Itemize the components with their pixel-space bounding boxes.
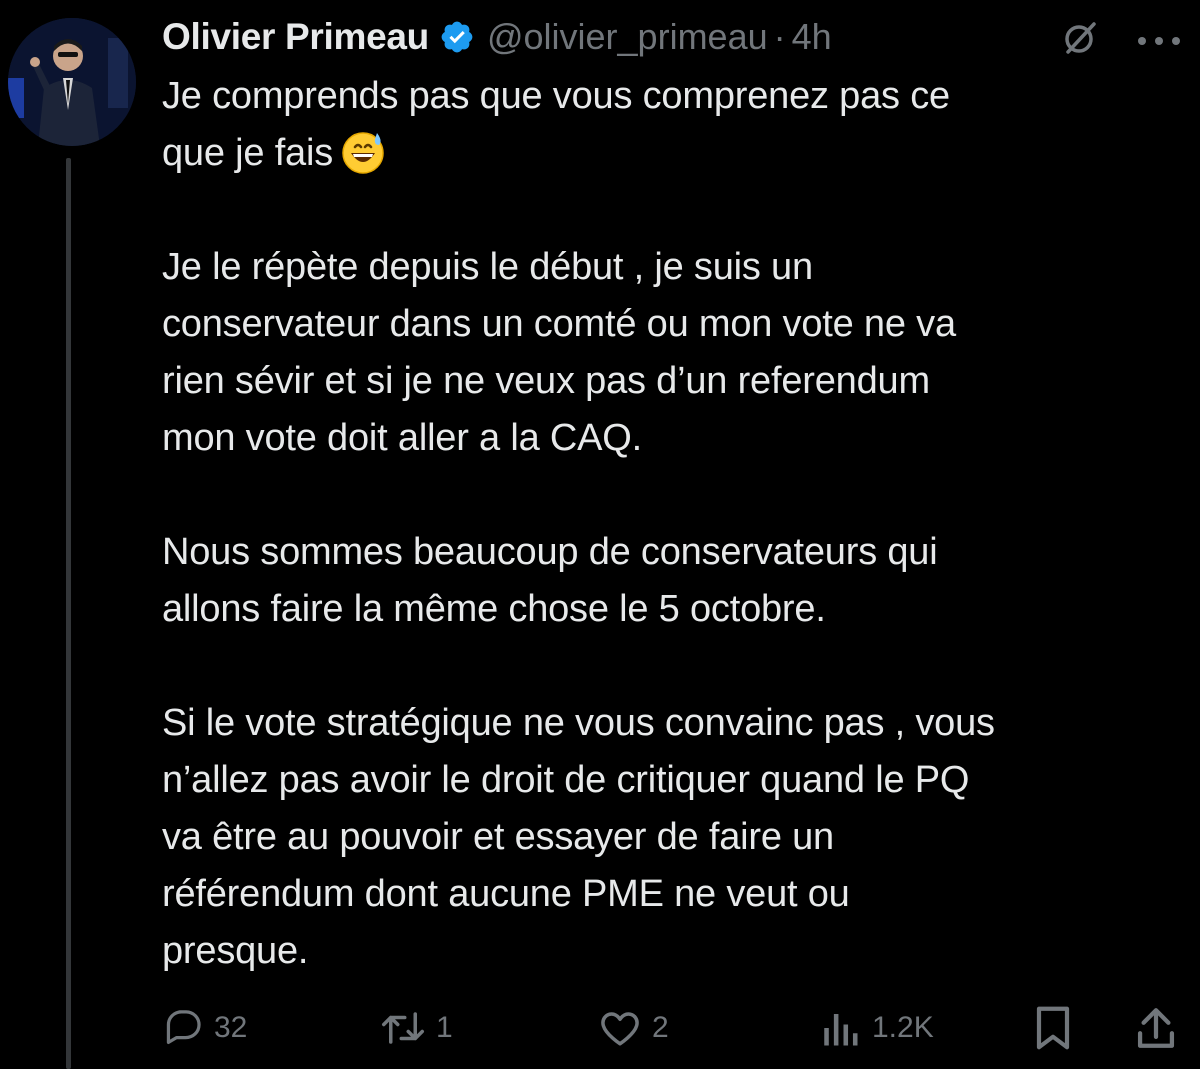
text-line: presque. <box>162 930 309 972</box>
text-line: Je comprends pas que vous comprenez pas … <box>162 75 950 117</box>
verified-badge-icon <box>441 21 473 53</box>
author-handle[interactable]: @olivier_primeau <box>487 16 768 58</box>
text-line-with-emoji: que je fais <box>162 125 1192 182</box>
text-line: n’allez pas avoir le droit de critiquer … <box>162 759 970 801</box>
action-bar: 32 1 2 1.2K <box>162 1002 1192 1054</box>
bookmark-button[interactable] <box>1032 1002 1084 1054</box>
tweet[interactable]: Olivier Primeau @olivier_primeau · 4h Je… <box>0 0 1200 1069</box>
separator-dot: · <box>773 16 786 57</box>
text-line: mon vote doit aller a la CAQ. <box>162 417 642 459</box>
reply-button[interactable]: 32 <box>162 1002 247 1054</box>
reply-count: 32 <box>214 1011 248 1044</box>
thread-line <box>66 158 71 1069</box>
retweet-count: 1 <box>436 1011 453 1044</box>
views-icon <box>824 1014 858 1046</box>
text-line: Je le répète depuis le début , je suis u… <box>162 246 813 288</box>
text-line: que je fais <box>162 132 334 174</box>
share-button[interactable] <box>1134 1002 1188 1054</box>
tweet-header: Olivier Primeau @olivier_primeau · 4h <box>162 14 1192 60</box>
tweet-text: Je comprends pas que vous comprenez pas … <box>162 68 1192 980</box>
grinning-face-with-sweat-icon <box>342 132 384 174</box>
like-icon <box>601 1012 639 1046</box>
text-line: Si le vote stratégique ne vous convainc … <box>162 702 995 744</box>
text-line: conservateur dans un comté ou mon vote n… <box>162 303 956 345</box>
avatar-image <box>8 18 136 146</box>
paragraph: Nous sommes beaucoup de conservateurs qu… <box>162 524 1192 638</box>
paragraph: Je le répète depuis le début , je suis u… <box>162 239 1192 467</box>
like-button[interactable]: 2 <box>598 1002 669 1054</box>
share-icon <box>1137 1008 1175 1048</box>
views-button[interactable]: 1.2K <box>818 1002 934 1054</box>
author-name[interactable]: Olivier Primeau <box>162 16 429 58</box>
retweet-icon <box>382 1012 424 1044</box>
like-count: 2 <box>652 1011 669 1044</box>
reply-icon <box>166 1010 201 1045</box>
paragraph: Je comprends pas que vous comprenez pas … <box>162 68 1192 182</box>
bookmark-icon <box>1036 1006 1070 1050</box>
text-line: va être au pouvoir et essayer de faire u… <box>162 816 834 858</box>
view-count: 1.2K <box>872 1011 934 1044</box>
avatar[interactable] <box>8 18 136 146</box>
paragraph: Si le vote stratégique ne vous convainc … <box>162 695 1192 980</box>
grok-icon[interactable] <box>1062 20 1098 56</box>
text-line: référendum dont aucune PME ne veut ou <box>162 873 850 915</box>
retweet-button[interactable]: 1 <box>380 1002 453 1054</box>
text-line: rien sévir et si je ne veux pas d’un ref… <box>162 360 930 402</box>
tweet-timestamp[interactable]: 4h <box>792 16 832 58</box>
more-icon[interactable] <box>1136 35 1182 47</box>
text-line: allons faire la même chose le 5 octobre. <box>162 588 826 630</box>
text-line: Nous sommes beaucoup de conservateurs qu… <box>162 531 938 573</box>
